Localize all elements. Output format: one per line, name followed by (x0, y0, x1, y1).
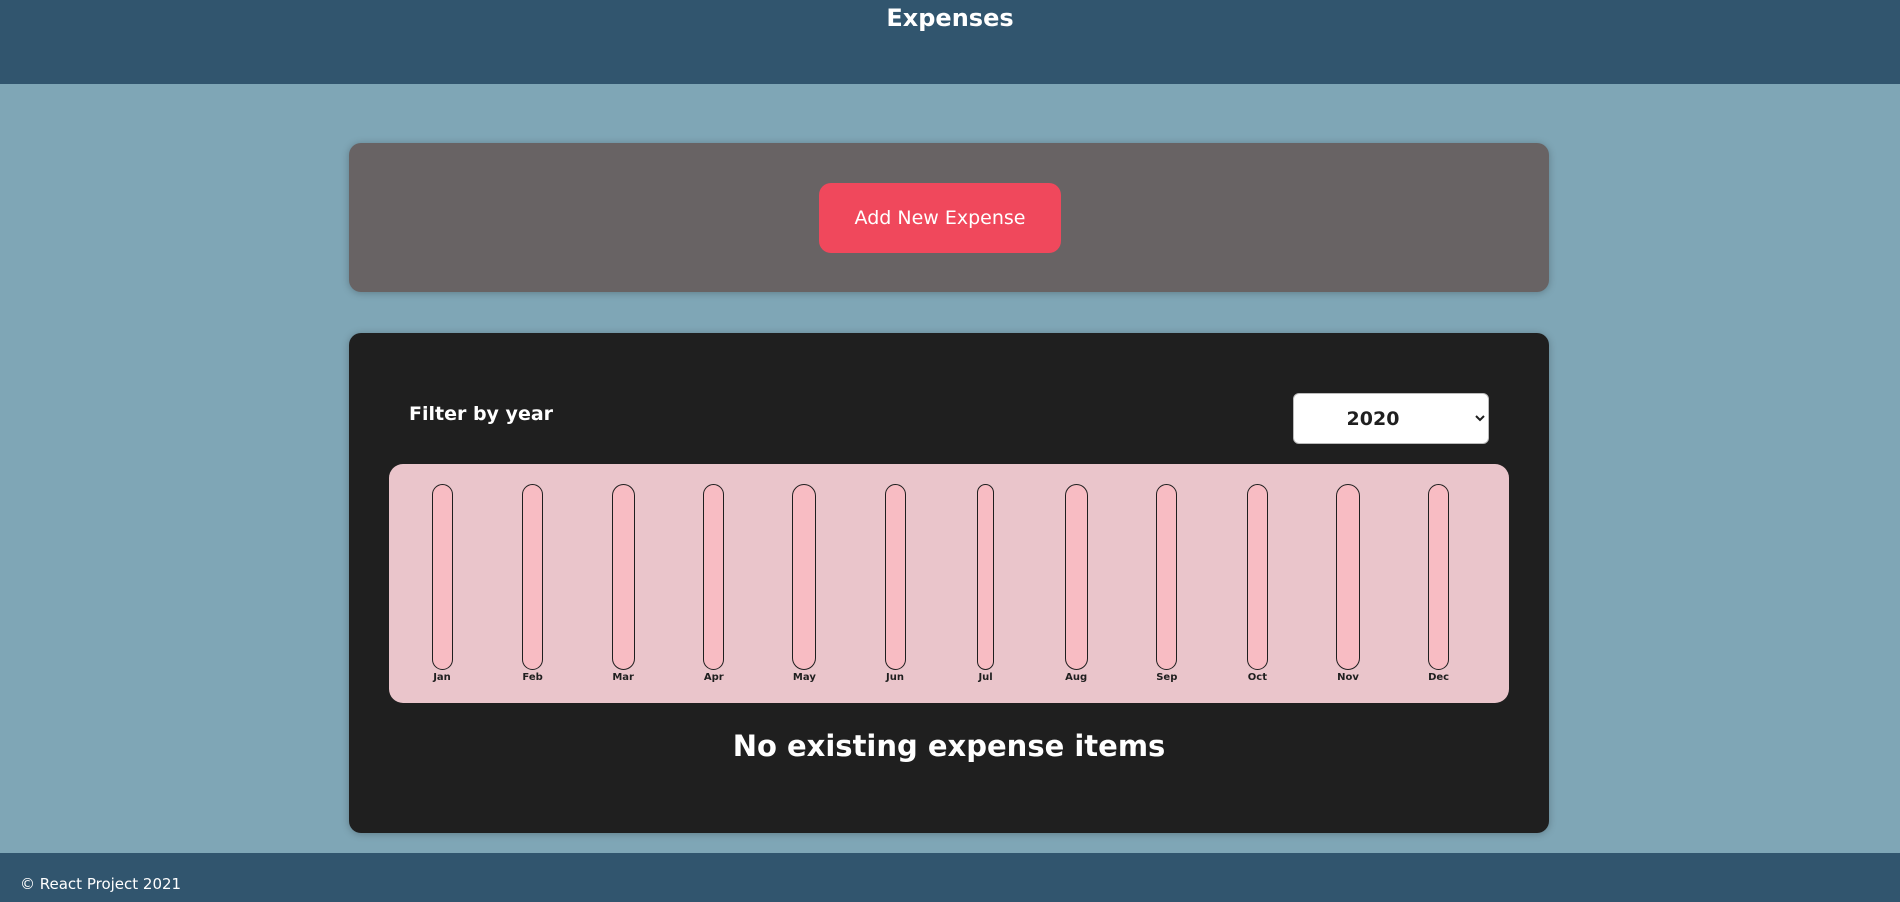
new-expense-panel: Add New Expense (349, 143, 1549, 292)
chart-bar-track (977, 484, 995, 670)
chart-bar-label: Aug (1065, 672, 1088, 683)
chart-bar-feb: Feb (513, 484, 553, 694)
chart-bar-track (431, 484, 453, 670)
app-header: Expenses (0, 0, 1900, 84)
chart-bar-jan: Jan (422, 484, 462, 694)
app-title: Expenses (886, 4, 1014, 32)
add-new-expense-button[interactable]: Add New Expense (819, 183, 1061, 253)
chart-bar-dec: Dec (1419, 484, 1459, 694)
chart-bar-jun: Jun (875, 484, 915, 694)
year-filter-select[interactable]: 2020 (1293, 393, 1489, 444)
chart-bar-label: Jun (886, 672, 904, 683)
chart-bar-track (1336, 484, 1360, 670)
chart-bar-label: Jul (978, 672, 993, 683)
chart-bar-track (792, 484, 817, 670)
chart-bar-label: Nov (1337, 672, 1359, 683)
chart-bar-nov: Nov (1328, 484, 1368, 694)
monthly-expense-chart: Jan Feb Mar Apr May Jun Jul Aug Sep Oct Nov Dec (389, 464, 1509, 703)
chart-bar-sep: Sep (1147, 484, 1187, 694)
footer: © React Project 2021 (0, 853, 1900, 902)
expenses-panel: Filter by year 2020 Jan Feb Mar Apr May Jun Ju… (349, 333, 1549, 833)
chart-bar-may: May (784, 484, 824, 694)
chart-bar-label: Sep (1156, 672, 1178, 683)
chart-bar-track (884, 484, 906, 670)
chart-bar-oct: Oct (1237, 484, 1277, 694)
chart-bar-track (611, 484, 635, 670)
chart-bar-label: Oct (1247, 672, 1267, 683)
chart-bar-label: Jan (433, 672, 451, 683)
chart-bar-label: Dec (1428, 672, 1450, 683)
chart-bar-label: Mar (612, 672, 634, 683)
chart-bar-track (1246, 484, 1268, 670)
chart-bar-track (1428, 484, 1450, 670)
filter-label: Filter by year (409, 403, 554, 425)
chart-bar-jul: Jul (966, 484, 1006, 694)
chart-bar-label: Apr (703, 672, 724, 683)
chart-bar-track (1064, 484, 1088, 670)
chart-bar-track (703, 484, 725, 670)
chart-bar-label: Feb (522, 672, 543, 683)
chart-bar-track (1156, 484, 1178, 670)
chart-bar-track (522, 484, 544, 670)
chart-bar-aug: Aug (1056, 484, 1096, 694)
empty-expenses-message: No existing expense items (732, 729, 1166, 763)
chart-bar-apr: Apr (694, 484, 734, 694)
chart-bar-mar: Mar (603, 484, 643, 694)
chart-bar-label: May (792, 672, 816, 683)
footer-copyright: © React Project 2021 (20, 875, 182, 893)
